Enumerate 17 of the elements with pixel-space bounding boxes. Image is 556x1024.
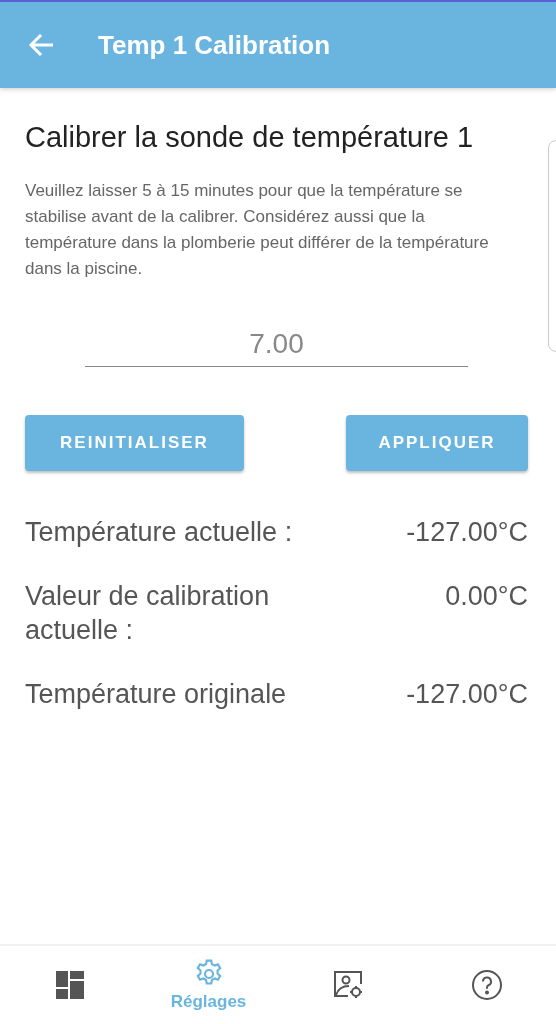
dashboard-icon — [55, 971, 84, 999]
reading-value: -127.00°C — [406, 678, 528, 711]
description-text: Veuillez laisser 5 à 15 minutes pour que la température se stabilise avant de la calibrer. Considérez aussi que la température dans la plomberie peut différer de la température dans la piscine. — [25, 180, 490, 280]
reset-button[interactable]: REINITIALISER — [25, 415, 244, 471]
calibration-input-field[interactable]: 7.00 — [85, 322, 468, 367]
reading-value: -127.00°C — [406, 516, 528, 549]
picture-settings-icon — [331, 969, 364, 1001]
nav-tab[interactable]: Réglages — [139, 946, 278, 1024]
reading-label: Température originale — [25, 678, 287, 711]
reading-label: Température actuelle : — [25, 516, 293, 549]
page-heading: Calibrer la sonde de température 1 — [25, 120, 475, 155]
back-arrow-icon[interactable] — [28, 33, 54, 57]
reading-value: 0.00°C — [445, 580, 528, 613]
reading-label: Valeur de calibration actuelle : — [25, 580, 271, 647]
apply-button[interactable]: APPLIQUER — [346, 415, 528, 471]
help-icon — [470, 969, 503, 1001]
app-bar-title: Temp 1 Calibration — [98, 29, 331, 61]
